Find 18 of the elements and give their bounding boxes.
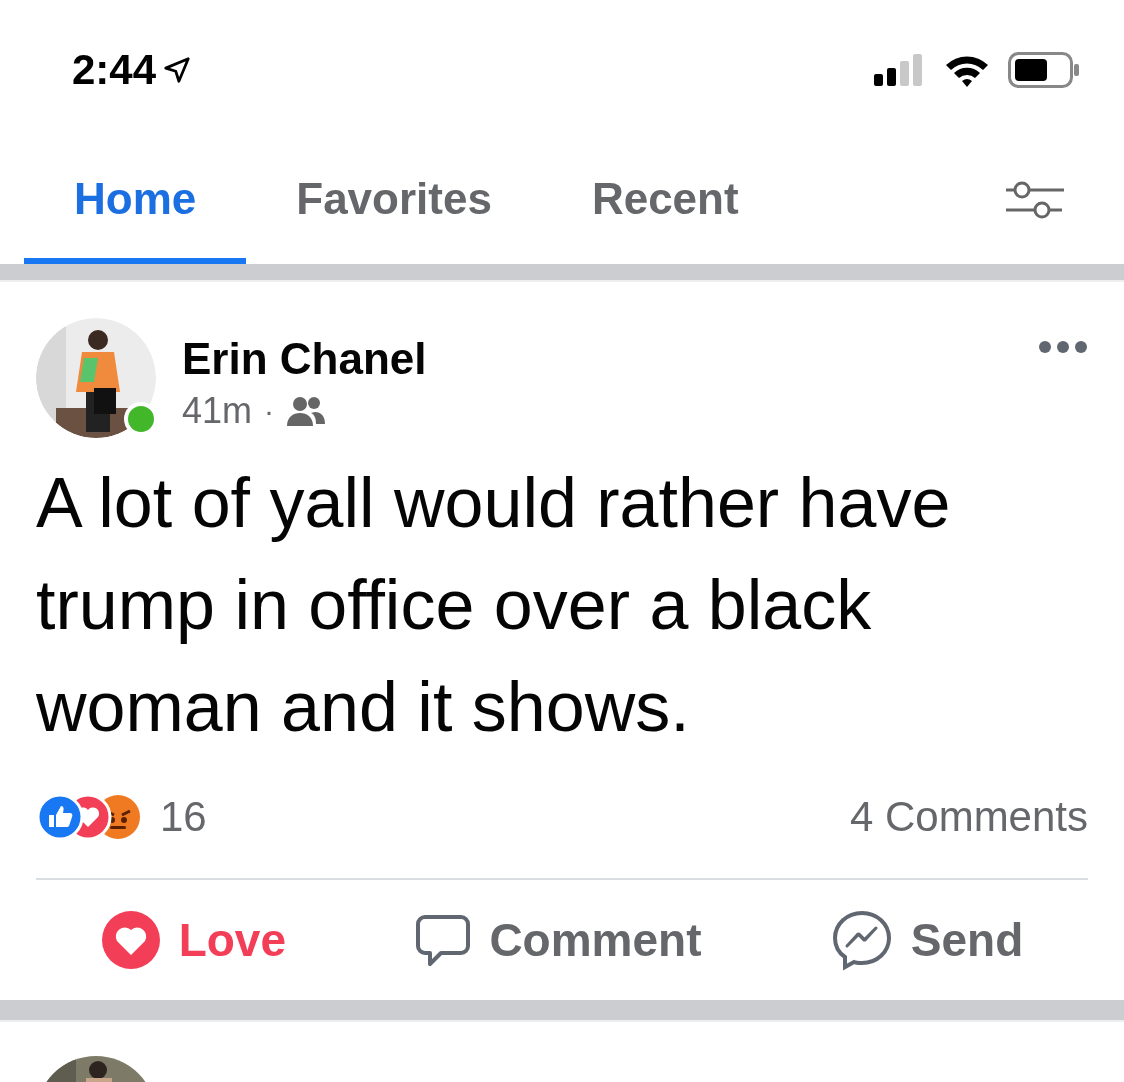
separator-dot: ·	[264, 394, 275, 428]
comment-action-button[interactable]: Comment	[415, 912, 702, 968]
speech-bubble-icon	[415, 912, 472, 968]
battery-icon	[1008, 52, 1080, 88]
messenger-icon	[830, 909, 893, 971]
feed-tab[interactable]: Recent	[541, 174, 789, 264]
more-options-icon[interactable]	[1038, 340, 1088, 354]
status-time: 2:44	[72, 46, 157, 94]
reaction-count[interactable]: 16	[160, 793, 207, 841]
comments-count-link[interactable]: 4 Comments	[849, 793, 1088, 841]
filter-sliders-icon[interactable]	[1004, 180, 1066, 220]
post-time: 41m	[182, 390, 253, 432]
send-action-button[interactable]: Send	[830, 909, 1024, 971]
feed-tab[interactable]: Favorites	[246, 174, 542, 264]
love-action-button[interactable]: Love	[100, 910, 287, 970]
wifi-icon	[944, 53, 990, 87]
post-text: A lot of yall would rather have trump in office over a black woman and it shows.	[36, 463, 952, 748]
author-name[interactable]: Erin Chanel	[182, 334, 427, 384]
